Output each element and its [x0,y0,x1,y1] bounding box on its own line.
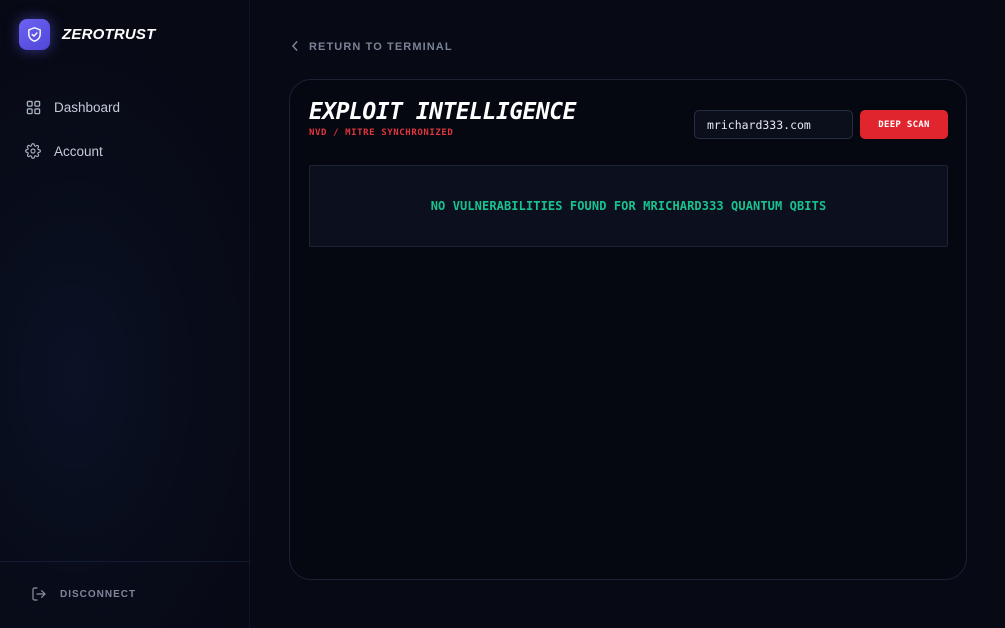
return-to-terminal-link[interactable]: RETURN TO TERMINAL [291,38,453,56]
disconnect-button[interactable]: DISCONNECT [31,586,136,602]
sidebar-item-account[interactable]: Account [0,135,250,167]
gear-icon [25,143,41,159]
app-root: ZEROTRUST Dashboard Account DISCONNECT R… [0,0,1005,628]
exploit-intelligence-card: EXPLOIT INTELLIGENCE NVD / MITRE SYNCHRO… [289,79,967,580]
sync-status-subtitle: NVD / MITRE SYNCHRONIZED [309,128,454,138]
sidebar-item-dashboard[interactable]: Dashboard [0,91,250,123]
back-link-label: RETURN TO TERMINAL [309,41,453,53]
sidebar-item-label: Dashboard [54,99,121,115]
chevron-left-icon [291,38,299,56]
scan-result-message: NO VULNERABILITIES FOUND FOR MRICHARD333… [430,199,827,213]
domain-search-input[interactable] [694,110,853,139]
sidebar-nav: Dashboard Account [0,91,250,179]
main-content: RETURN TO TERMINAL EXPLOIT INTELLIGENCE … [250,0,1005,628]
sidebar-item-label: Account [54,143,103,159]
brand: ZEROTRUST [19,19,155,50]
sidebar: ZEROTRUST Dashboard Account DISCONNECT [0,0,250,628]
brand-name: ZEROTRUST [62,26,156,43]
shield-check-icon [19,19,50,50]
logout-icon [31,586,47,602]
sidebar-divider [0,561,250,562]
scan-result-panel: NO VULNERABILITIES FOUND FOR MRICHARD333… [309,165,948,247]
page-title: EXPLOIT INTELLIGENCE [309,99,576,125]
grid-icon [25,99,41,115]
disconnect-label: DISCONNECT [60,588,137,600]
deep-scan-button[interactable]: DEEP SCAN [860,110,948,139]
